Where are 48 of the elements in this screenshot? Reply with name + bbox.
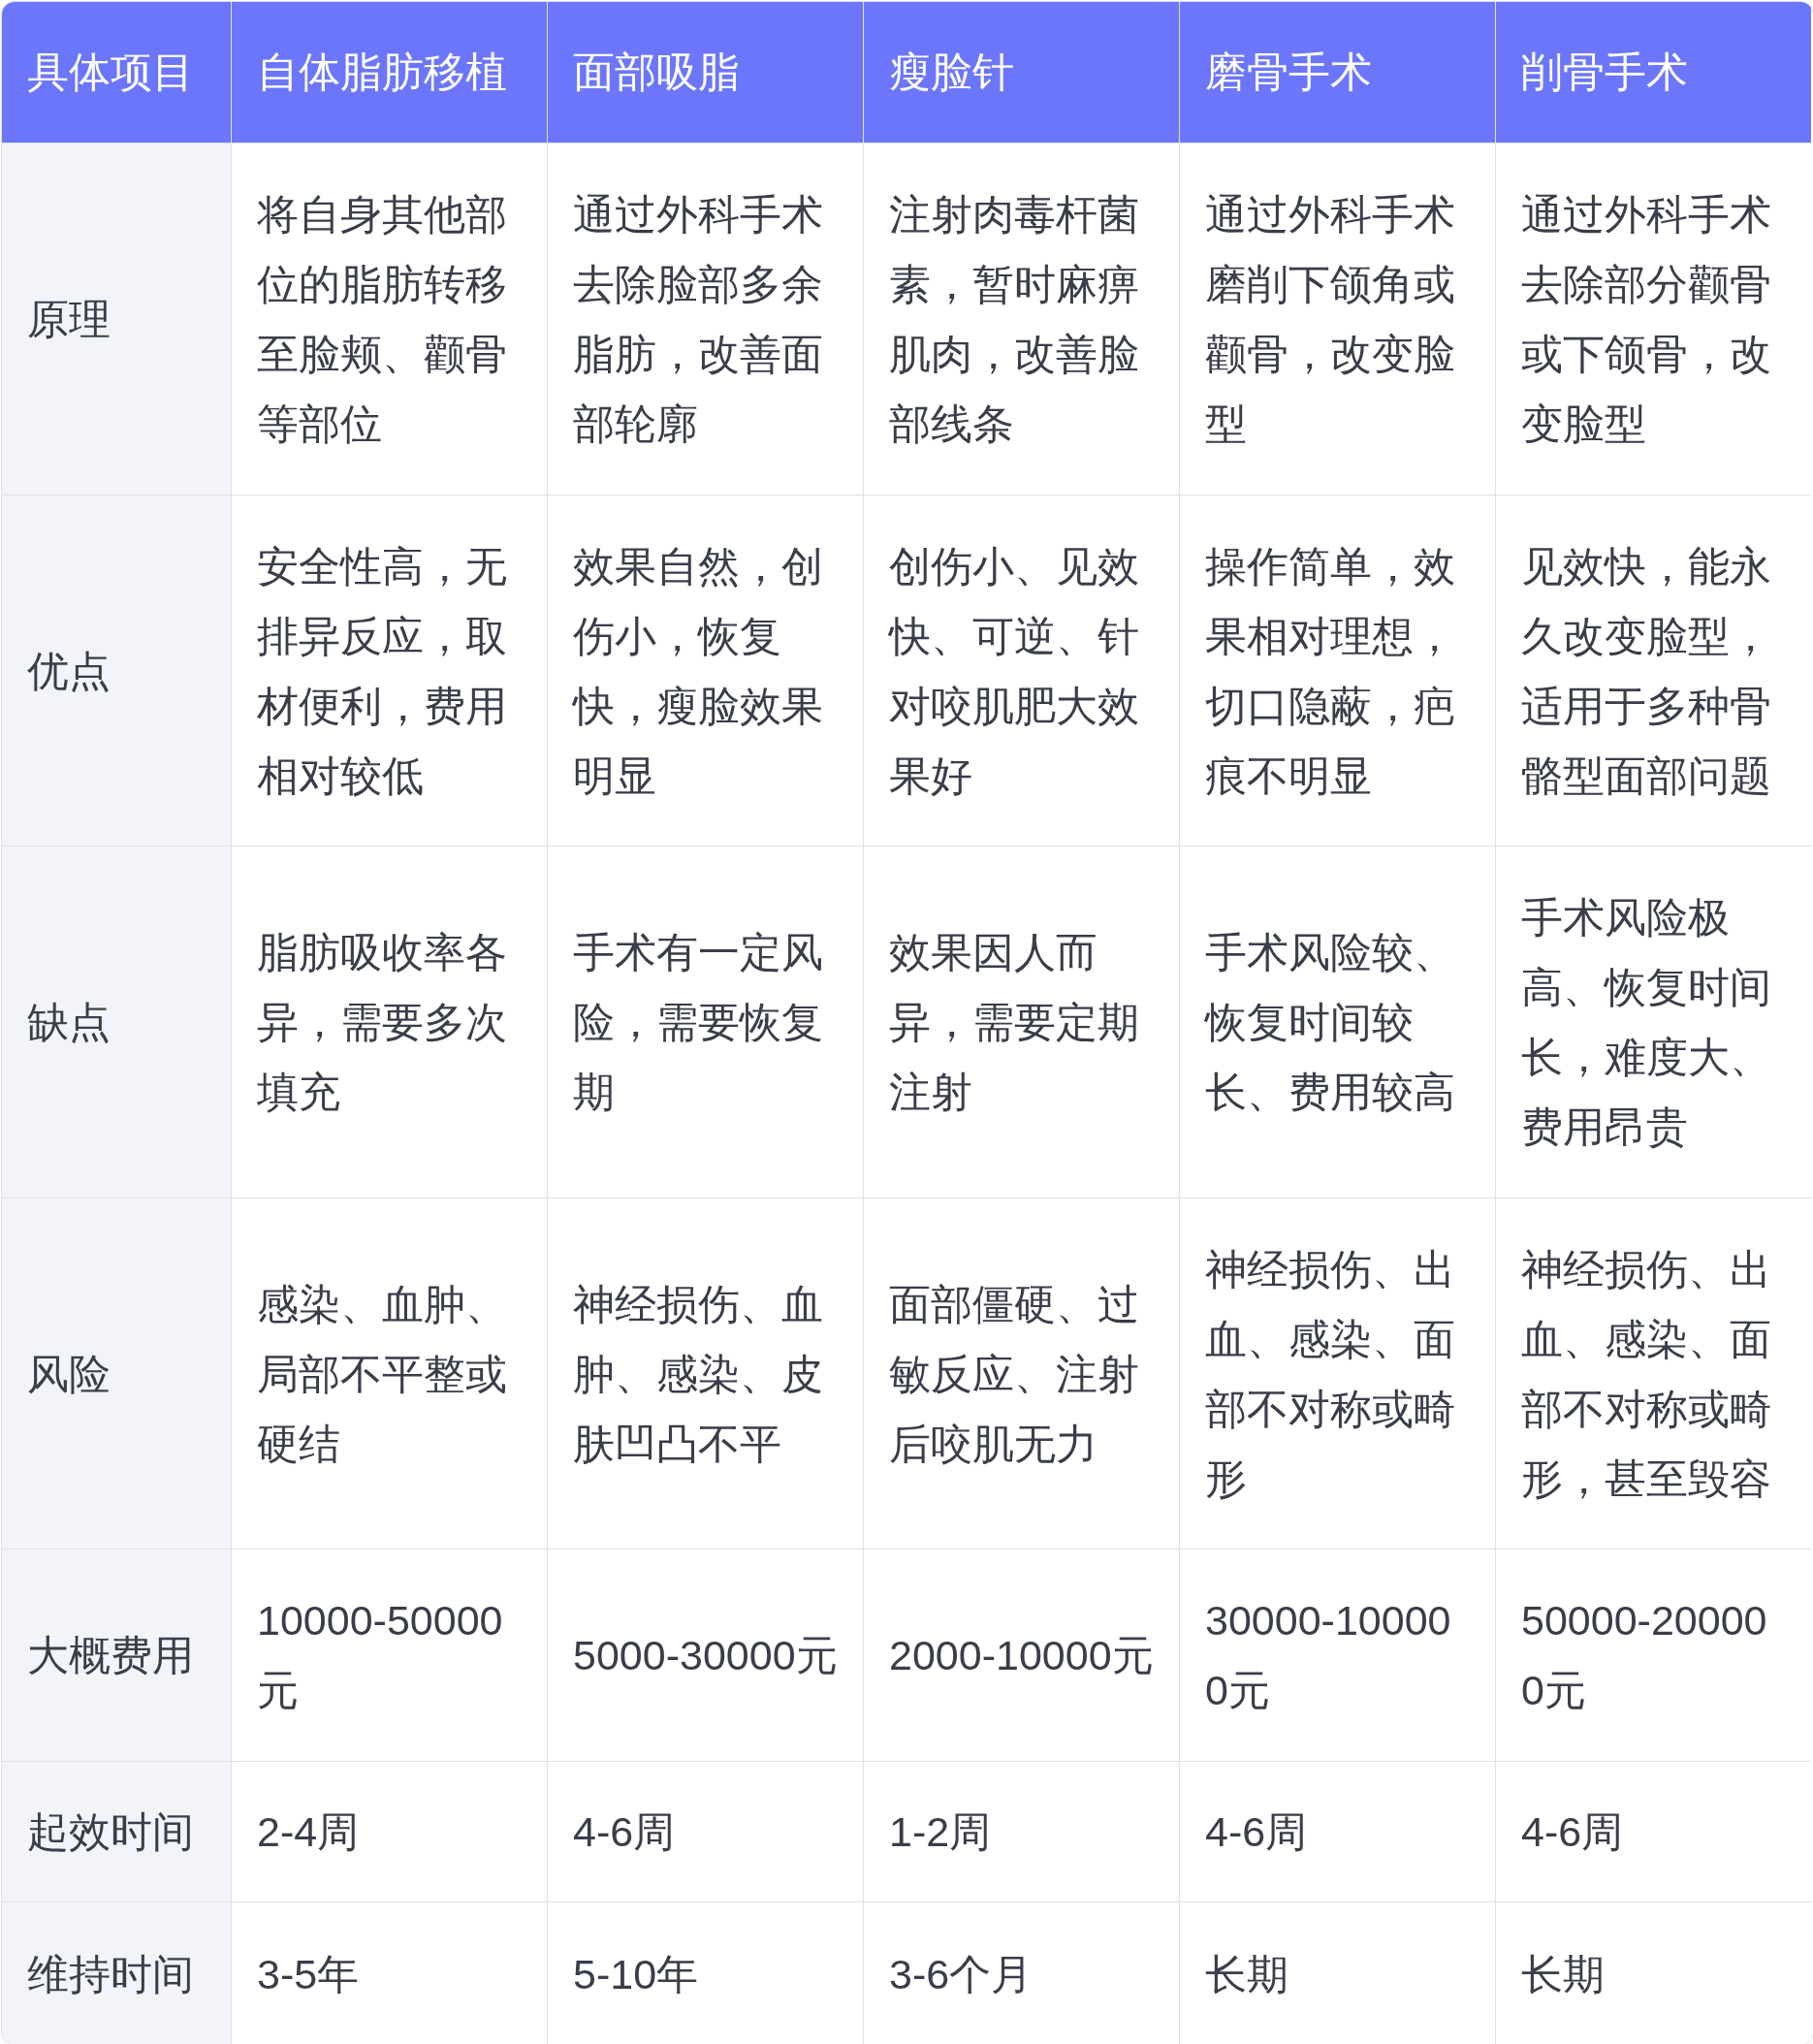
table-cell: 3-5年	[231, 1901, 547, 2044]
column-header: 削骨手术	[1495, 2, 1811, 143]
row-header: 优点	[2, 495, 231, 846]
table-cell: 4-6周	[547, 1761, 863, 1901]
table-cell: 长期	[1179, 1901, 1495, 2044]
table-cell: 见效快，能永久改变脸型，适用于多种骨骼型面部问题	[1495, 495, 1811, 846]
row-header: 起效时间	[2, 1761, 231, 1901]
table-cell: 操作简单，效果相对理想，切口隐蔽，疤痕不明显	[1179, 495, 1495, 846]
table-cell: 50000-200000元	[1495, 1549, 1811, 1761]
column-header: 磨骨手术	[1179, 2, 1495, 143]
table-cell: 5-10年	[547, 1901, 863, 2044]
table-cell: 10000-50000元	[231, 1549, 547, 1761]
table-cell: 神经损伤、出血、感染、面部不对称或畸形，甚至毁容	[1495, 1198, 1811, 1549]
table-cell: 神经损伤、出血、感染、面部不对称或畸形	[1179, 1198, 1495, 1549]
table-cell: 30000-100000元	[1179, 1549, 1495, 1761]
table-cell: 通过外科手术去除部分颧骨或下颌骨，改变脸型	[1495, 143, 1811, 495]
table-cell: 手术风险极高、恢复时间长，难度大、费用昂贵	[1495, 846, 1811, 1198]
table-cell: 面部僵硬、过敏反应、注射后咬肌无力	[863, 1198, 1179, 1549]
table-cell: 将自身其他部位的脂肪转移至脸颊、颧骨等部位	[231, 143, 547, 495]
table-cell: 手术有一定风险，需要恢复期	[547, 846, 863, 1198]
row-header: 风险	[2, 1198, 231, 1549]
table-cell: 5000-30000元	[547, 1549, 863, 1761]
table-cell: 注射肉毒杆菌素，暂时麻痹肌肉，改善脸部线条	[863, 143, 1179, 495]
table-cell: 创伤小、见效快、可逆、针对咬肌肥大效果好	[863, 495, 1179, 846]
row-header: 缺点	[2, 846, 231, 1198]
table-cell: 神经损伤、血肿、感染、皮肤凹凸不平	[547, 1198, 863, 1549]
table-cell: 2-4周	[231, 1761, 547, 1901]
table-cell: 通过外科手术磨削下颌角或颧骨，改变脸型	[1179, 143, 1495, 495]
table-cell: 4-6周	[1179, 1761, 1495, 1901]
column-header: 面部吸脂	[547, 2, 863, 143]
row-header: 维持时间	[2, 1901, 231, 2044]
column-header: 具体项目	[2, 2, 231, 143]
table-cell: 长期	[1495, 1901, 1811, 2044]
table-cell: 4-6周	[1495, 1761, 1811, 1901]
table-cell: 安全性高，无排异反应，取材便利，费用相对较低	[231, 495, 547, 846]
table-cell: 感染、血肿、局部不平整或硬结	[231, 1198, 547, 1549]
table-cell: 手术风险较、恢复时间较长、费用较高	[1179, 846, 1495, 1198]
column-header: 自体脂肪移植	[231, 2, 547, 143]
table-cell: 1-2周	[863, 1761, 1179, 1901]
table-cell: 3-6个月	[863, 1901, 1179, 2044]
row-header: 大概费用	[2, 1549, 231, 1761]
column-header: 瘦脸针	[863, 2, 1179, 143]
table-cell: 通过外科手术去除脸部多余脂肪，改善面部轮廓	[547, 143, 863, 495]
table-cell: 效果因人而异，需要定期注射	[863, 846, 1179, 1198]
row-header: 原理	[2, 143, 231, 495]
table-cell: 效果自然，创伤小，恢复快，瘦脸效果明显	[547, 495, 863, 846]
table-cell: 2000-10000元	[863, 1549, 1179, 1761]
table-cell: 脂肪吸收率各异，需要多次填充	[231, 846, 547, 1198]
